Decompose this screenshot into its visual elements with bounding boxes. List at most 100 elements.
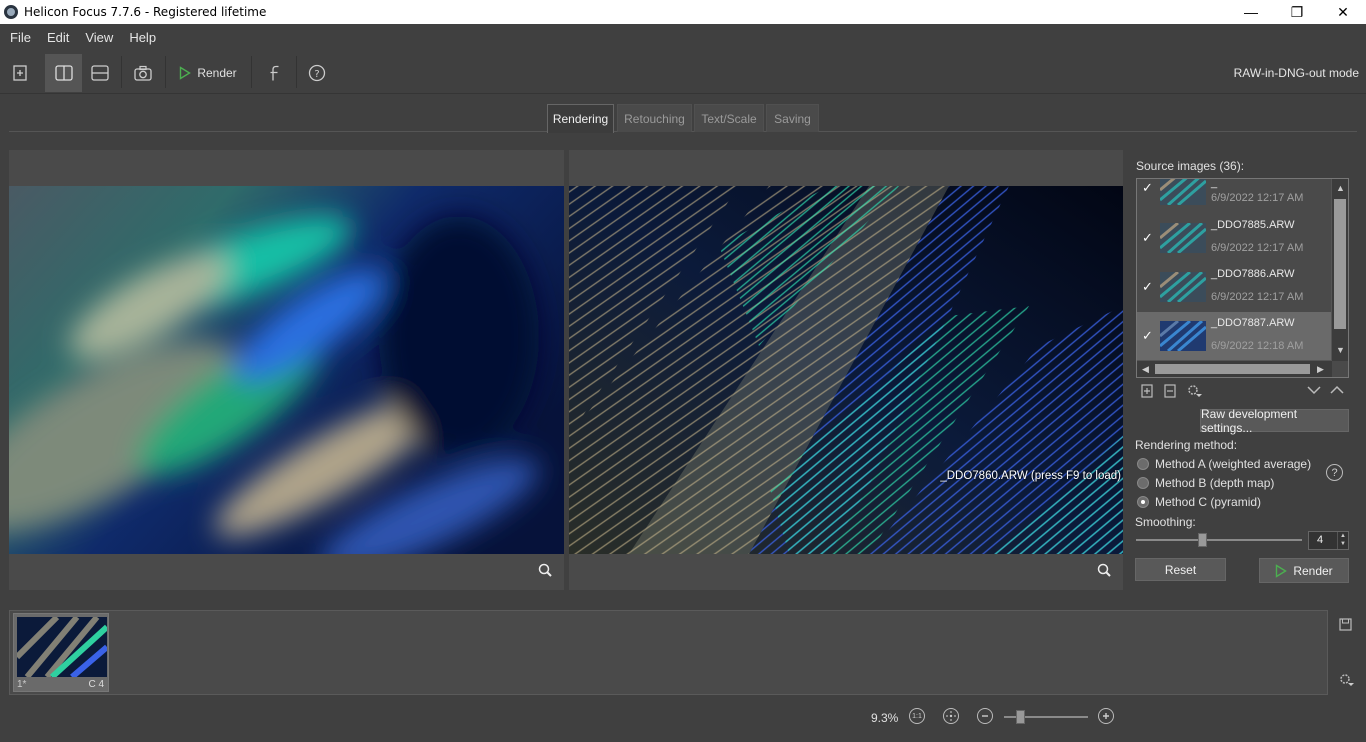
output-method: C 4 [88,679,104,690]
svg-text:?: ? [314,69,319,80]
scroll-thumb[interactable] [1334,199,1346,329]
result-caption: _DDO7860.ARW (press F9 to load) [940,470,1121,482]
method-a-label: Method A (weighted average) [1155,457,1312,471]
tab-retouching[interactable]: Retouching [617,104,692,132]
play-icon [1276,563,1288,578]
zoom-level: 9.3% [871,711,899,725]
radio-button[interactable] [1137,477,1149,489]
result-preview-panel: _DDO7860.ARW (press F9 to load) [569,150,1123,590]
maximize-button[interactable]: ❐ [1274,0,1320,24]
zoom-in-icon[interactable] [1098,708,1114,724]
method-c-label: Method C (pyramid) [1155,495,1262,509]
zoom-slider-handle[interactable] [1016,710,1025,724]
source-name: _DDO7887.ARW [1211,317,1295,329]
source-preview-panel [9,150,564,590]
actual-size-icon[interactable]: 1:1 [909,708,925,724]
horizontal-scrollbar[interactable]: ◀ ▶ [1137,360,1332,377]
smoothing-slider[interactable] [1136,539,1302,541]
scroll-right-icon[interactable]: ▶ [1317,364,1324,375]
window-title: Helicon Focus 7.7.6 - Registered lifetim… [24,5,267,19]
play-icon [180,66,192,80]
title-bar: Helicon Focus 7.7.6 - Registered lifetim… [0,0,1366,24]
source-date: 6/9/2022 12:17 AM [1211,192,1304,204]
menu-view[interactable]: View [77,30,121,45]
smoothing-spinbox[interactable]: 4 ▲ ▼ [1308,531,1349,550]
zoom-out-icon[interactable] [977,708,993,724]
camera-button[interactable] [131,54,155,92]
spin-arrows-icon[interactable]: ▲ ▼ [1337,532,1348,549]
menu-file[interactable]: File [2,30,39,45]
source-image-preview[interactable] [9,186,564,554]
source-date: 6/9/2022 12:17 AM [1211,291,1304,303]
scroll-left-icon[interactable]: ◀ [1142,364,1149,375]
method-c-option[interactable]: Method C (pyramid) [1137,495,1261,509]
toolbar-render-label: Render [197,66,237,80]
smoothing-value: 4 [1317,534,1324,546]
method-b-label: Method B (depth map) [1155,476,1275,490]
output-strip: 1* C 4 [9,610,1328,695]
method-help-icon[interactable]: ? [1326,464,1343,481]
remove-file-icon[interactable] [1164,384,1176,401]
toolbar-render-button[interactable]: Render [176,54,240,92]
raw-mode-label: RAW-in-DNG-out mode [1233,66,1359,80]
stacked-view-button[interactable] [88,54,112,92]
result-image-preview[interactable] [569,186,1123,554]
chevron-up-icon[interactable] [1330,384,1344,398]
reset-button[interactable]: Reset [1135,558,1226,581]
vertical-scrollbar[interactable]: ▲ ▼ [1331,179,1348,361]
source-date: 6/9/2022 12:18 AM [1211,340,1304,352]
save-icon[interactable] [1339,618,1352,634]
smoothing-slider-handle[interactable] [1198,533,1207,547]
method-a-option[interactable]: Method A (weighted average) [1137,457,1311,471]
output-index: 1* [17,679,27,690]
zoom-icon[interactable] [538,563,552,580]
source-images-header: Source images (36): [1136,159,1245,173]
add-file-icon[interactable] [1141,384,1153,401]
raw-development-settings-button[interactable]: Raw development settings... [1200,407,1349,435]
chevron-down-icon[interactable] [1307,384,1321,398]
checkbox[interactable]: ✓ [1142,231,1154,244]
facebook-button[interactable] [263,54,285,92]
source-images-list: ✓ _ 6/9/2022 12:17 AM ✓ _DDO7885.ARW 6/9… [1136,178,1349,378]
rendering-method-label: Rendering method: [1135,438,1238,452]
output-thumbnail[interactable]: 1* C 4 [13,613,109,692]
minimize-button[interactable]: — [1228,0,1274,24]
help-icon: ? [308,64,326,82]
toolbar: Render ? RAW-in-DNG-out mode [0,50,1366,94]
close-button[interactable]: ✕ [1320,0,1366,24]
add-images-button[interactable] [8,54,32,92]
list-item[interactable]: ✓ _DDO7885.ARW 6/9/2022 12:17 AM [1137,214,1332,262]
menu-bar: File Edit View Help [0,24,1366,50]
split-vertical-icon [54,65,73,81]
checkbox[interactable]: ✓ [1142,329,1154,342]
scroll-up-icon[interactable]: ▲ [1336,183,1345,193]
list-item-selected[interactable]: ✓ _DDO7887.ARW 6/9/2022 12:18 AM [1137,312,1332,360]
tab-text-scale[interactable]: Text/Scale [694,104,764,132]
radio-button-selected[interactable] [1137,496,1149,508]
source-name: _DDO7886.ARW [1211,268,1295,280]
list-item[interactable]: ✓ _DDO7886.ARW 6/9/2022 12:17 AM [1137,263,1332,311]
checkbox[interactable]: ✓ [1142,181,1154,194]
facebook-icon [270,65,279,80]
app-logo-icon [4,5,18,19]
render-button[interactable]: Render [1259,558,1349,583]
menu-edit[interactable]: Edit [39,30,77,45]
method-b-option[interactable]: Method B (depth map) [1137,476,1274,490]
render-button-label: Render [1293,563,1333,578]
new-file-icon [13,65,27,81]
checkbox[interactable]: ✓ [1142,280,1154,293]
zoom-icon[interactable] [1097,563,1111,580]
scroll-thumb[interactable] [1155,364,1310,374]
source-name: _DDO7885.ARW [1211,219,1295,231]
menu-help[interactable]: Help [121,30,164,45]
settings-dropdown-icon[interactable] [1187,384,1203,401]
source-name: _ [1211,178,1218,189]
tab-rendering[interactable]: Rendering [547,104,614,133]
strip-settings-dropdown-icon[interactable] [1339,673,1355,690]
radio-button[interactable] [1137,458,1149,470]
help-button[interactable]: ? [306,54,328,92]
side-by-side-view-button[interactable] [45,54,82,92]
fit-to-screen-icon[interactable] [943,708,959,724]
scroll-down-icon[interactable]: ▼ [1336,345,1345,355]
tab-saving[interactable]: Saving [766,104,819,132]
